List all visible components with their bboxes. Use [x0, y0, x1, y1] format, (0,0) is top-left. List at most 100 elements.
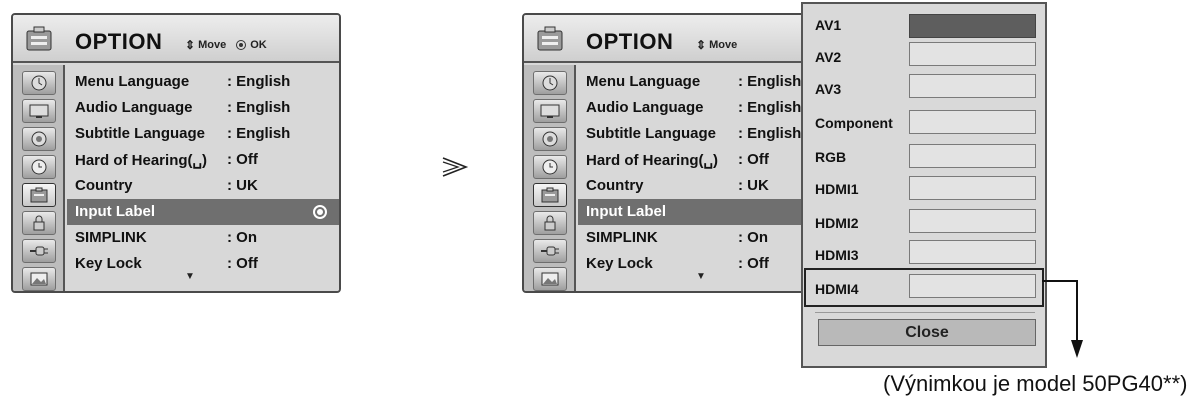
input-source-name: HDMI3	[815, 247, 859, 263]
option-icon	[524, 15, 576, 63]
input-label-field[interactable]	[909, 274, 1036, 298]
menu-item-menu-language[interactable]: Menu Language : English	[67, 69, 339, 95]
menu-item-label: Country	[586, 177, 644, 194]
ok-button-icon	[236, 40, 247, 50]
menu-item-label: Subtitle Language	[75, 125, 206, 142]
input-label-field[interactable]	[909, 110, 1036, 134]
panel-title: OPTION	[75, 29, 163, 54]
plug-icon[interactable]	[533, 239, 567, 263]
input-label-field[interactable]	[909, 209, 1036, 233]
monitor-icon[interactable]	[22, 99, 56, 123]
input-source-row-av2[interactable]: AV2	[803, 42, 1045, 72]
panel-header: OPTION ⇕ Move OK	[13, 15, 339, 63]
input-label-popup: AV1 AV2 AV3 Component RGB HDMI1 HDMI2 HD…	[801, 2, 1047, 368]
menu-item-label: Input Label	[75, 203, 155, 220]
menu-item-subtitle-language[interactable]: Subtitle Language : English	[67, 121, 339, 147]
scroll-down-arrow-icon[interactable]: ▼	[696, 271, 706, 282]
monitor-icon[interactable]	[533, 99, 567, 123]
scroll-down-arrow-icon[interactable]: ▼	[185, 271, 195, 282]
speaker-icon[interactable]	[533, 127, 567, 151]
menu-item-key-lock[interactable]: Key Lock : Off	[67, 251, 339, 277]
timer-icon[interactable]	[533, 155, 567, 179]
input-source-row-component[interactable]: Component	[803, 108, 1045, 138]
input-label-field[interactable]	[909, 240, 1036, 264]
menu-item-value: : English	[227, 125, 291, 142]
input-source-name: AV3	[815, 81, 842, 97]
popup-divider	[815, 312, 1035, 313]
input-source-row-hdmi3[interactable]: HDMI3	[803, 240, 1045, 270]
category-sidebar	[524, 65, 576, 291]
input-source-name: HDMI1	[815, 181, 859, 197]
input-source-row-rgb[interactable]: RGB	[803, 142, 1045, 172]
photo-icon[interactable]	[22, 267, 56, 291]
input-source-name: HDMI2	[815, 215, 859, 231]
menu-item-label: SIMPLINK	[586, 229, 658, 246]
input-source-row-hdmi4[interactable]: HDMI4	[803, 274, 1045, 304]
menu-item-label: Key Lock	[75, 255, 142, 272]
selected-indicator-icon	[313, 205, 327, 219]
lock-icon[interactable]	[22, 211, 56, 235]
menu-item-simplink[interactable]: SIMPLINK : On	[67, 225, 339, 251]
lock-icon[interactable]	[533, 211, 567, 235]
input-label-field[interactable]	[909, 42, 1036, 66]
clock-icon[interactable]	[533, 71, 567, 95]
move-arrows-icon: ⇕	[185, 38, 196, 52]
input-source-row-hdmi2[interactable]: HDMI2	[803, 208, 1045, 238]
input-source-name: HDMI4	[815, 281, 859, 297]
menu-item-input-label[interactable]: Input Label	[67, 199, 339, 225]
close-button[interactable]: Close	[818, 319, 1036, 346]
hint-ok-label: OK	[250, 39, 267, 51]
menu-item-value: : On	[738, 229, 768, 246]
timer-icon[interactable]	[22, 155, 56, 179]
menu-item-label: Subtitle Language	[586, 125, 717, 142]
option-icon[interactable]	[22, 183, 56, 207]
menu-item-label: Country	[75, 177, 133, 194]
menu-item-label: Hard of Hearing(␣)	[586, 152, 719, 169]
menu-item-value: : English	[227, 73, 291, 90]
menu-item-value: : English	[738, 125, 802, 142]
menu-item-value: : English	[738, 99, 802, 116]
input-source-row-hdmi1[interactable]: HDMI1	[803, 174, 1045, 204]
clock-icon[interactable]	[22, 71, 56, 95]
option-icon	[13, 15, 65, 63]
menu-item-label: SIMPLINK	[75, 229, 147, 246]
menu-item-value: : Off	[227, 151, 258, 168]
menu-item-value: : Off	[738, 151, 769, 168]
navigation-hint: ⇕ Move OK	[185, 38, 267, 52]
menu-item-value: : English	[227, 99, 291, 116]
menu-item-value: : Off	[227, 255, 258, 272]
menu-item-audio-language[interactable]: Audio Language : English	[67, 95, 339, 121]
menu-item-country[interactable]: Country: UK	[67, 173, 339, 199]
menu-item-label: Audio Language	[586, 99, 704, 116]
input-source-name: Component	[815, 115, 893, 131]
menu-item-value: : On	[227, 229, 257, 246]
menu-item-hard-of-hearing[interactable]: Hard of Hearing(␣) : Off	[67, 147, 339, 173]
menu-item-label: Audio Language	[75, 99, 193, 116]
speaker-icon[interactable]	[22, 127, 56, 151]
option-menu-list: Menu Language : English Audio Language : E…	[67, 67, 339, 291]
menu-item-label: Hard of Hearing(␣)	[75, 152, 208, 169]
input-source-row-av3[interactable]: AV3	[803, 74, 1045, 104]
input-label-field[interactable]	[909, 176, 1036, 200]
photo-icon[interactable]	[533, 267, 567, 291]
callout-arrow-icon	[1042, 280, 1083, 358]
menu-item-label: Menu Language	[586, 73, 701, 90]
model-exception-note: (Výnimkou je model 50PG40**)	[883, 371, 1188, 396]
next-step-arrow-icon	[442, 157, 469, 177]
plug-icon[interactable]	[22, 239, 56, 263]
input-label-field[interactable]	[909, 144, 1036, 168]
menu-item-label: Key Lock	[586, 255, 653, 272]
input-source-row-av1[interactable]: AV1	[803, 10, 1045, 40]
input-source-name: AV1	[815, 17, 842, 33]
menu-item-label: Menu Language	[75, 73, 190, 90]
input-label-field[interactable]	[909, 74, 1036, 98]
option-icon[interactable]	[533, 183, 567, 207]
menu-item-value: : Off	[738, 255, 769, 272]
menu-item-label: Input Label	[586, 203, 666, 220]
input-label-field[interactable]	[909, 14, 1036, 38]
hint-move-label: Move	[198, 39, 227, 51]
input-source-name: AV2	[815, 49, 842, 65]
navigation-hint: ⇕ Move	[696, 38, 737, 52]
input-source-name: RGB	[815, 149, 847, 165]
menu-item-value: : English	[738, 73, 802, 90]
